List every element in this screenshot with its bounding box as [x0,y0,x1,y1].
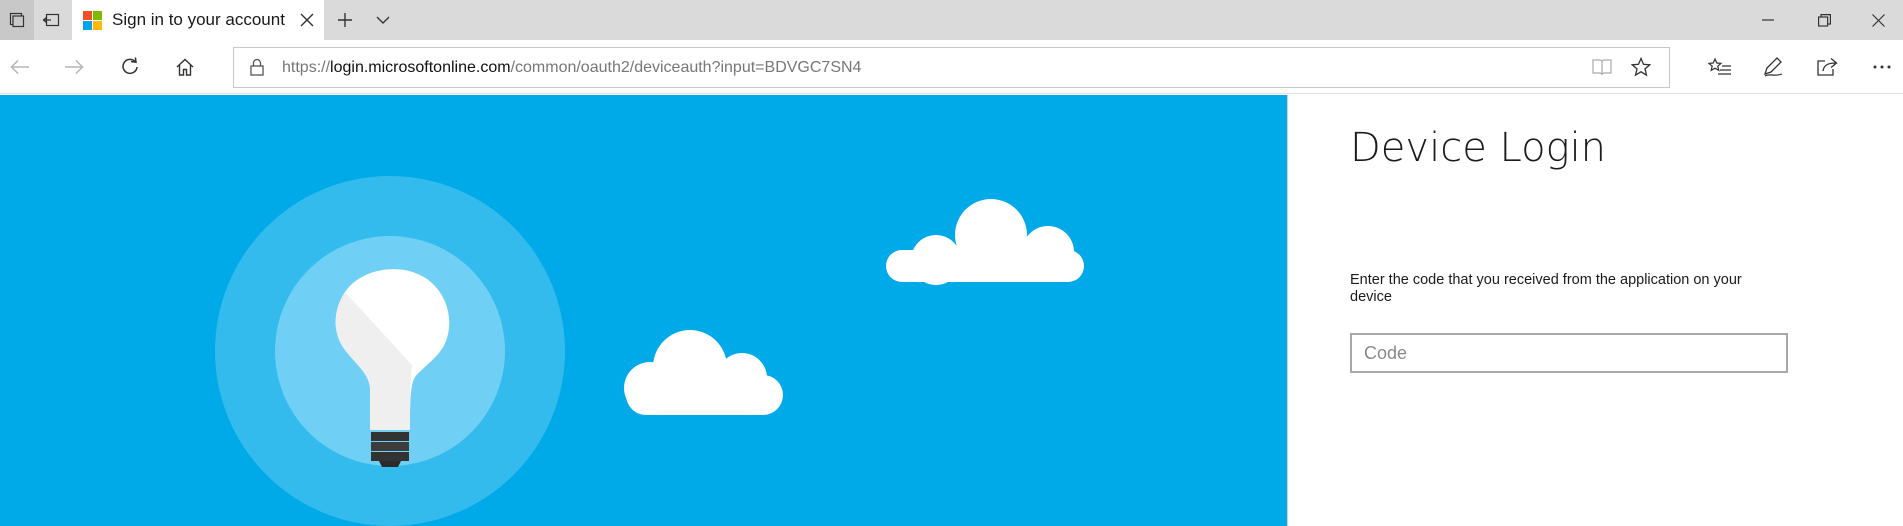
minimize-icon[interactable] [1740,0,1796,40]
favorite-star-icon[interactable] [1630,56,1652,82]
microsoft-logo-icon [83,10,102,30]
reading-view-icon[interactable] [1592,58,1612,81]
close-tab-icon[interactable] [296,9,318,31]
url-host: login.microsoftonline.com [330,59,511,76]
browser-titlebar: Sign in to your account [0,0,1903,40]
browser-navbar: https://login.microsoftonline.com/common… [0,40,1903,94]
url-scheme: https:// [282,59,331,76]
cloud-large [886,199,1084,285]
chevron-down-icon[interactable] [366,0,400,40]
close-window-icon[interactable] [1850,0,1903,40]
cloud-small [624,330,783,415]
address-bar[interactable]: https://login.microsoftonline.com/common… [233,47,1670,88]
lock-icon [250,58,264,81]
lightbulb-illustration [215,176,1084,526]
instruction-text: Enter the code that you received from th… [1350,272,1742,305]
web-note-pen-icon[interactable] [1753,48,1793,86]
plus-icon[interactable] [328,0,362,40]
back-icon[interactable] [0,48,40,86]
page-title: Device Login [1350,125,1607,171]
more-icon[interactable] [1862,48,1902,86]
favorites-hub-icon[interactable] [1700,48,1740,86]
tab-sign-in[interactable]: Sign in to your account [72,0,324,40]
hero-illustration [0,95,1287,526]
address-url[interactable]: https://login.microsoftonline.com/common… [282,59,861,77]
home-icon[interactable] [165,48,205,86]
tab-title: Sign in to your account [112,10,285,29]
device-login-panel: Device Login Enter the code that you rec… [1287,95,1903,526]
share-icon[interactable] [1807,48,1847,86]
code-input[interactable] [1350,333,1788,373]
tab-preview-icon[interactable] [34,0,68,40]
restore-icon[interactable] [1796,0,1852,40]
url-path: /common/oauth2/deviceauth?input=BDVGC7SN… [510,59,862,76]
forward-icon[interactable] [54,48,94,86]
refresh-icon[interactable] [110,48,150,86]
tabs-aside-icon[interactable] [0,0,34,40]
